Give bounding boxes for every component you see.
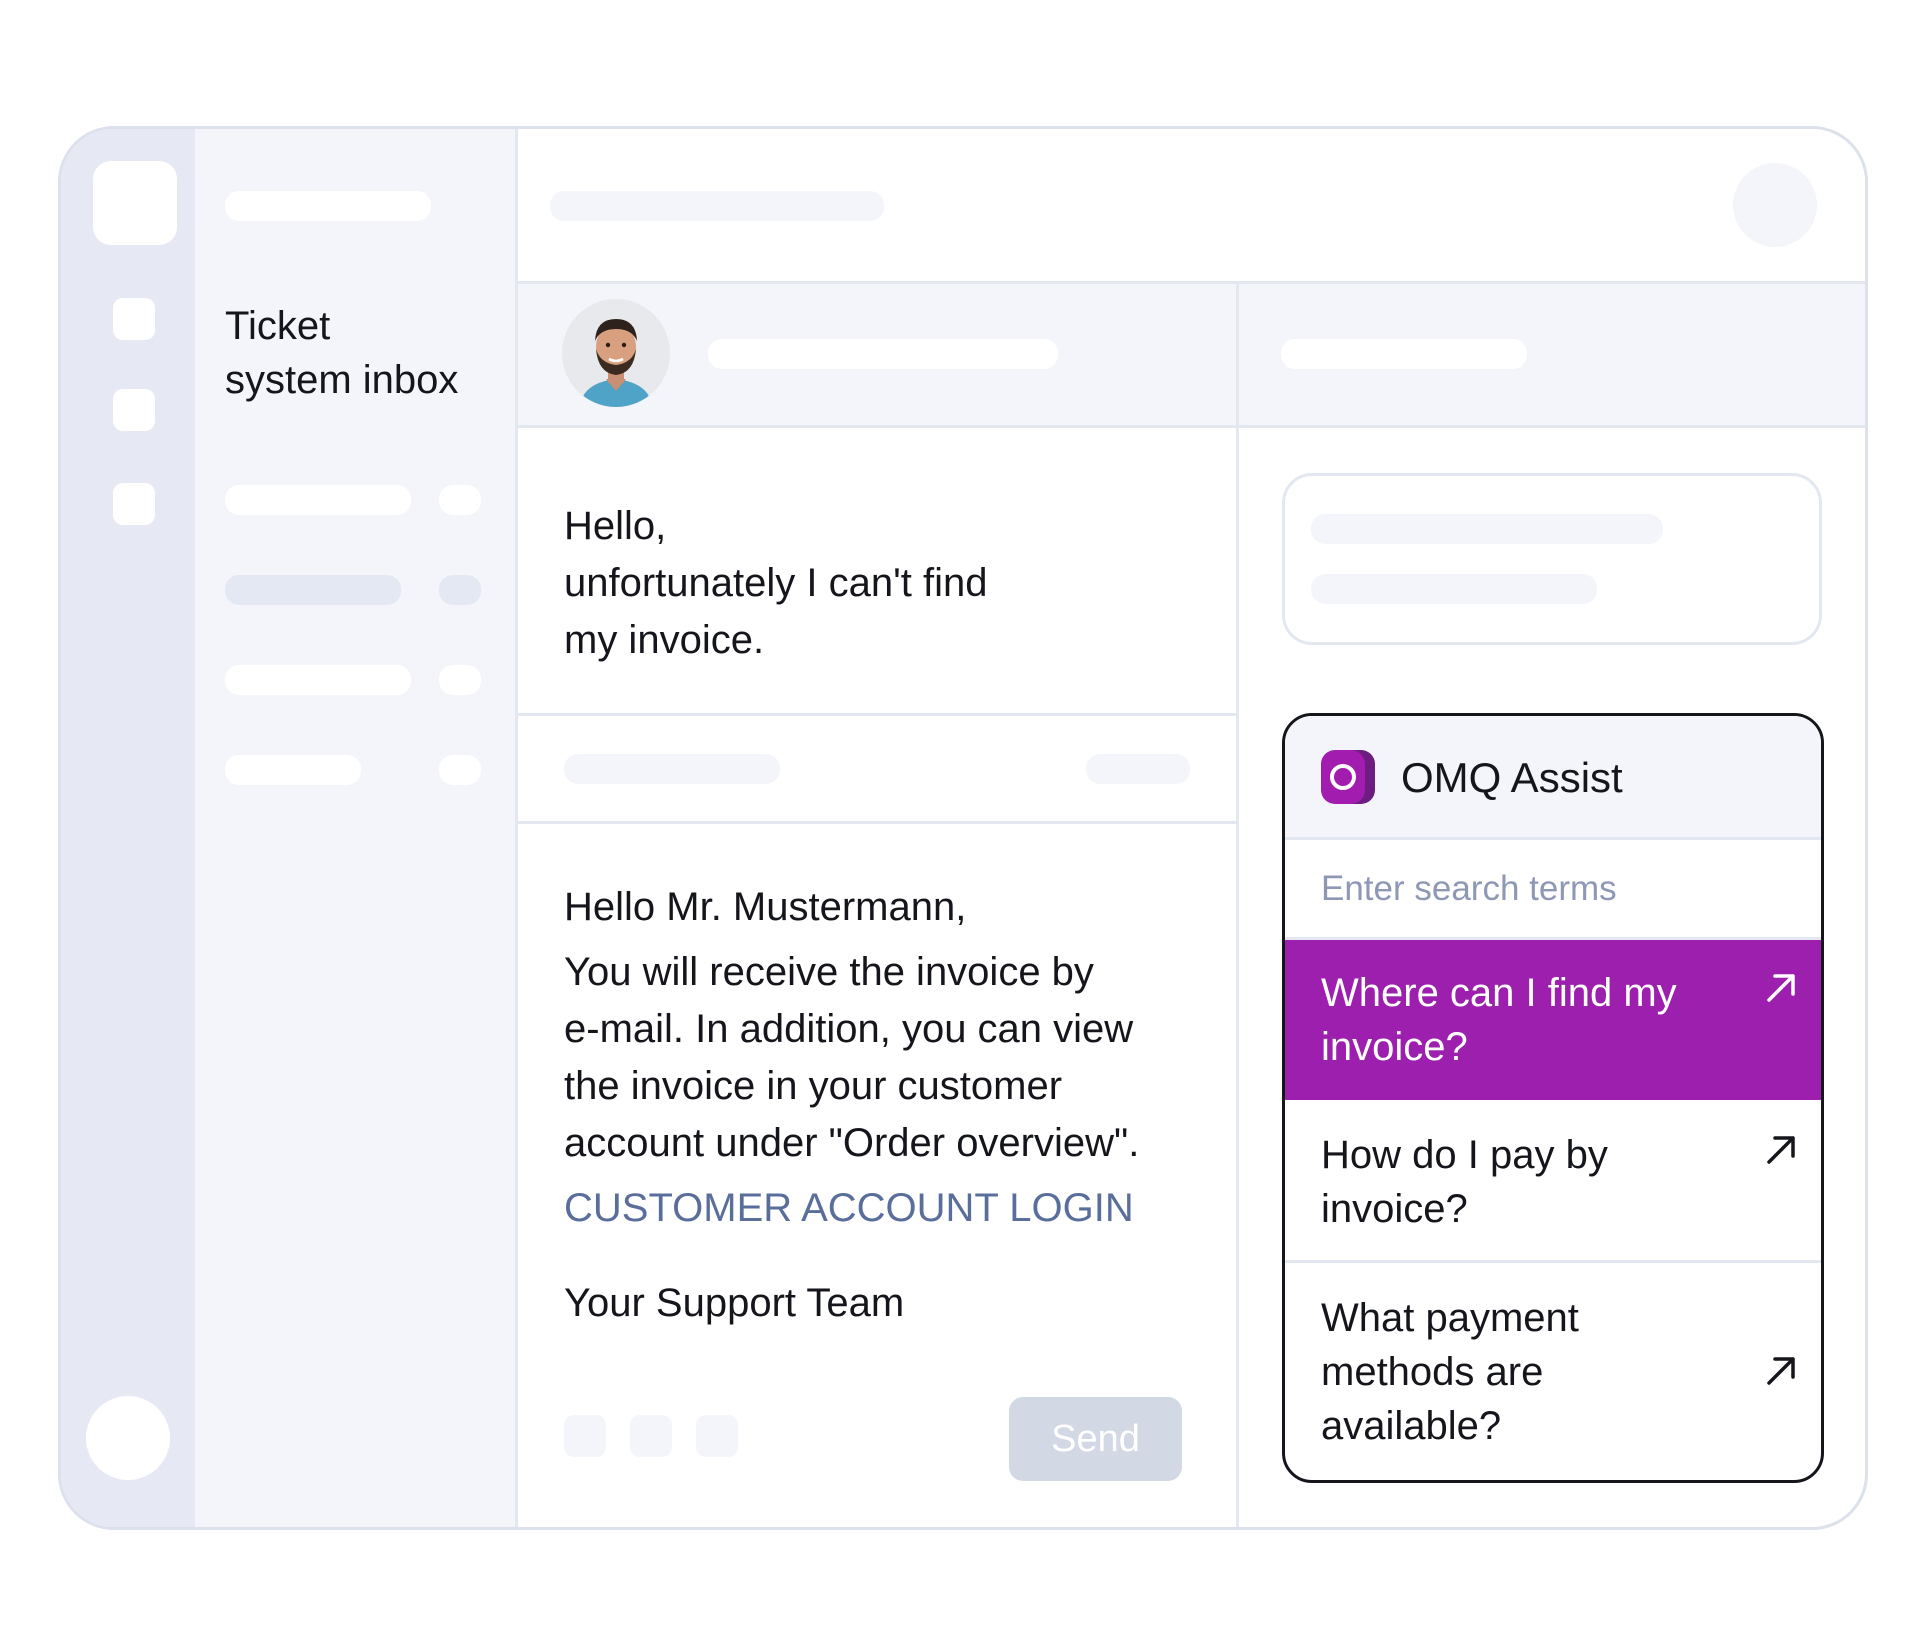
customer-message: Hello, unfortunately I can't find my inv… xyxy=(518,428,1236,716)
top-bar xyxy=(518,129,1865,284)
info-card-line-1 xyxy=(1311,514,1663,544)
suggestion-text: Where can I find my invoice? xyxy=(1321,971,1677,1069)
suggestion-text: What payment methods are available? xyxy=(1321,1296,1579,1448)
assist-title: OMQ Assist xyxy=(1401,754,1623,801)
sidebar-item-3-badge xyxy=(439,665,481,695)
column-divider xyxy=(1236,284,1239,1527)
info-card xyxy=(1282,473,1822,645)
arrow-up-right-icon xyxy=(1767,1136,1795,1164)
panel-header-placeholder xyxy=(1281,339,1527,369)
reply-editor[interactable]: Hello Mr. Mustermann, You will receive t… xyxy=(564,879,1204,1332)
topbar-placeholder xyxy=(550,191,884,221)
page-title: Ticket system inbox xyxy=(225,304,459,402)
arrow-up-right-icon xyxy=(1767,1357,1795,1385)
sidebar-item-3[interactable] xyxy=(225,665,411,695)
column-headers xyxy=(518,284,1865,428)
sidebar-item-1-badge xyxy=(439,485,481,515)
customer-photo-icon xyxy=(562,299,670,407)
suggestion-item-1[interactable]: Where can I find my invoice? xyxy=(1285,940,1821,1100)
meta-placeholder-right xyxy=(1086,754,1190,784)
omq-logo-icon xyxy=(1321,750,1375,804)
app-window: Ticket system inbox Hello, unfortunately… xyxy=(58,126,1868,1530)
omq-assist-widget: OMQ Assist Where can I find my invoice? … xyxy=(1282,713,1824,1483)
sidebar-item-1[interactable] xyxy=(225,485,411,515)
reply-greeting: Hello Mr. Mustermann, xyxy=(564,885,967,929)
customer-avatar xyxy=(562,299,670,407)
customer-account-login-link[interactable]: CUSTOMER ACCOUNT LOGIN xyxy=(564,1180,1204,1237)
customer-message-text: Hello, unfortunately I can't find my inv… xyxy=(564,504,988,662)
format-tool-icon-1[interactable] xyxy=(564,1415,606,1457)
rail-nav-icon-2[interactable] xyxy=(113,389,155,431)
customer-name-placeholder xyxy=(708,339,1058,369)
sidebar-item-4-badge xyxy=(439,755,481,785)
send-button[interactable]: Send xyxy=(1009,1397,1182,1481)
main-panel: Hello, unfortunately I can't find my inv… xyxy=(518,129,1865,1527)
message-meta-row xyxy=(518,716,1236,824)
reply-signature: Your Support Team xyxy=(564,1281,905,1325)
app-logo-icon xyxy=(93,161,177,245)
suggestion-item-3[interactable]: What payment methods are available? xyxy=(1285,1263,1821,1480)
user-avatar[interactable] xyxy=(86,1396,170,1480)
info-card-line-2 xyxy=(1311,574,1597,604)
sidebar-item-2[interactable] xyxy=(225,575,401,605)
suggestion-text: How do I pay by invoice? xyxy=(1321,1133,1608,1231)
assist-header: OMQ Assist xyxy=(1285,716,1821,840)
sidebar-item-2-badge xyxy=(439,575,481,605)
suggestion-item-2[interactable]: How do I pay by invoice? xyxy=(1285,1100,1821,1263)
sidebar-header-placeholder xyxy=(225,191,431,221)
format-tool-icon-3[interactable] xyxy=(696,1415,738,1457)
reply-body: You will receive the invoice by e-mail. … xyxy=(564,950,1140,1165)
profile-avatar[interactable] xyxy=(1733,163,1817,247)
inbox-sidebar: Ticket system inbox xyxy=(195,129,518,1527)
icon-rail xyxy=(61,129,195,1527)
meta-placeholder-left xyxy=(564,754,780,784)
sidebar-item-4[interactable] xyxy=(225,755,361,785)
rail-nav-icon-3[interactable] xyxy=(113,483,155,525)
format-tool-icon-2[interactable] xyxy=(630,1415,672,1457)
assist-search-input[interactable] xyxy=(1285,840,1821,940)
arrow-up-right-icon xyxy=(1767,974,1795,1002)
rail-nav-icon-1[interactable] xyxy=(113,298,155,340)
